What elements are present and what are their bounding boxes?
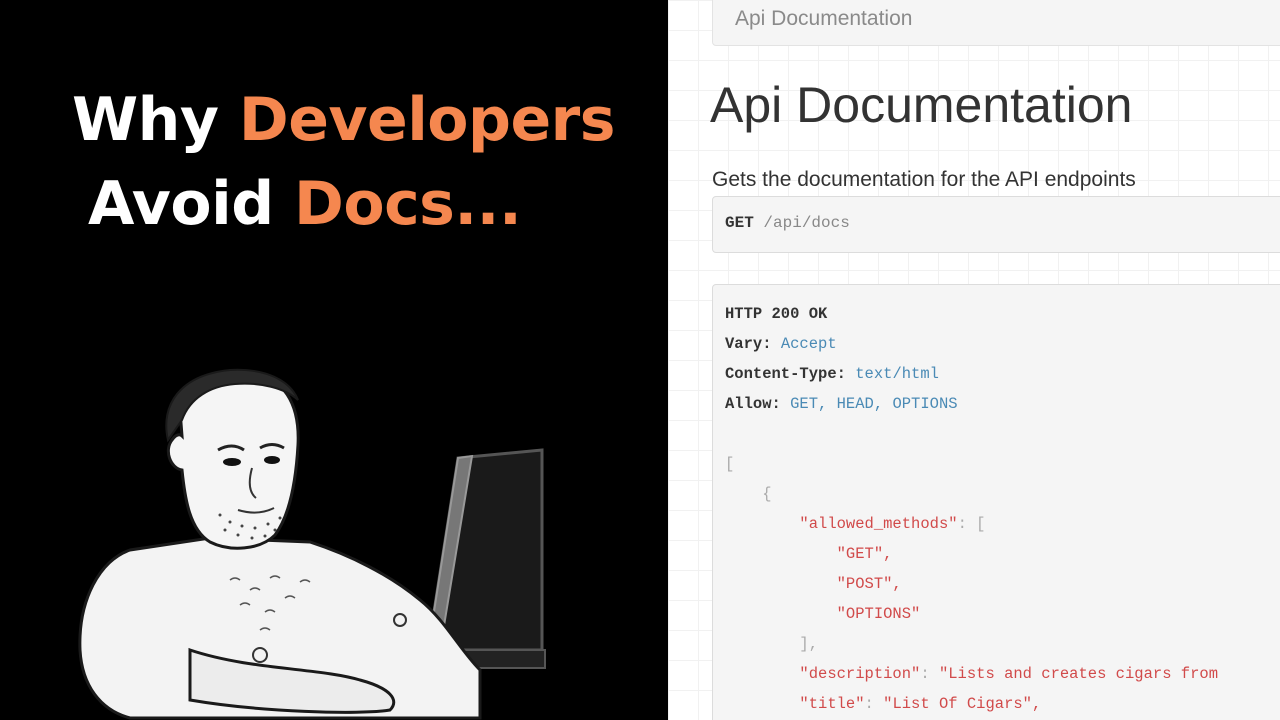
response-header-content-type: Content-Type: text/html [725, 359, 1280, 389]
header-value: text/html [855, 365, 939, 383]
json-punctuation: [ [976, 515, 986, 533]
json-allowed-methods-line: "allowed_methods": [ [799, 515, 986, 533]
json-key: "title" [799, 695, 865, 713]
json-string: "POST", [836, 575, 902, 593]
json-punctuation: { [762, 485, 772, 503]
json-key: "allowed_methods" [799, 515, 958, 533]
status-line: HTTP 200 OK [725, 305, 828, 323]
response-status: HTTP 200 OK [725, 299, 1280, 329]
response-header-allow: Allow: GET, HEAD, OPTIONS [725, 389, 1280, 419]
json-method-item: "GET", [725, 539, 1280, 569]
request-method: GET [725, 214, 754, 232]
headline-docs: Docs... [294, 169, 522, 239]
breadcrumb-item[interactable]: Api Documentation [735, 7, 912, 30]
json-open-brace: { [725, 479, 1280, 509]
headline: Why Developers Avoid Docs... [72, 78, 615, 246]
api-docs-panel: Api Documentation Api Documentation Gets… [668, 0, 1280, 720]
json-method-item: "POST", [725, 569, 1280, 599]
json-open-bracket: [ [725, 449, 1280, 479]
header-value: Accept [780, 335, 837, 353]
breadcrumb[interactable]: Api Documentation [712, 0, 1280, 46]
headline-line-2: Avoid Docs... [72, 162, 615, 246]
response-block: HTTP 200 OK Vary: Accept Content-Type: tex… [712, 284, 1280, 720]
left-panel: Why Developers Avoid Docs... [0, 0, 668, 720]
json-string: "List Of Cigars", [883, 695, 1042, 713]
endpoint-description: Gets the documentation for the API endpo… [712, 168, 1136, 191]
request-path: /api/docs [763, 214, 850, 232]
developer-wojak-illustration [78, 368, 546, 720]
json-key: "description" [799, 665, 921, 683]
json-punctuation: ], [799, 635, 819, 653]
response-header-vary: Vary: Accept [725, 329, 1280, 359]
header-value: GET, HEAD, OPTIONS [790, 395, 958, 413]
headline-why: Why [72, 85, 239, 155]
request-line: GET /api/docs [712, 196, 1280, 253]
page-title: Api Documentation [710, 77, 1133, 133]
json-method-item: "OPTIONS" [725, 599, 1280, 629]
json-string: "OPTIONS" [836, 605, 921, 623]
json-punctuation: [ [725, 455, 735, 473]
json-allowed-methods-close: ], [725, 629, 1280, 659]
json-string: "GET", [836, 545, 893, 563]
thumbnail: Why Developers Avoid Docs... Api Documen… [0, 0, 1280, 720]
json-description-line: "description": "Lists and creates cigars… [799, 665, 1218, 683]
headline-avoid: Avoid [88, 169, 295, 239]
header-key: Content-Type: [725, 365, 846, 383]
json-title-line: "title": "List Of Cigars", [799, 695, 1042, 713]
headline-developers: Developers [238, 85, 616, 155]
header-key: Allow: [725, 395, 781, 413]
headline-line-1: Why Developers [72, 78, 615, 162]
json-string: "Lists and creates cigars from [938, 665, 1218, 683]
header-key: Vary: [725, 335, 772, 353]
